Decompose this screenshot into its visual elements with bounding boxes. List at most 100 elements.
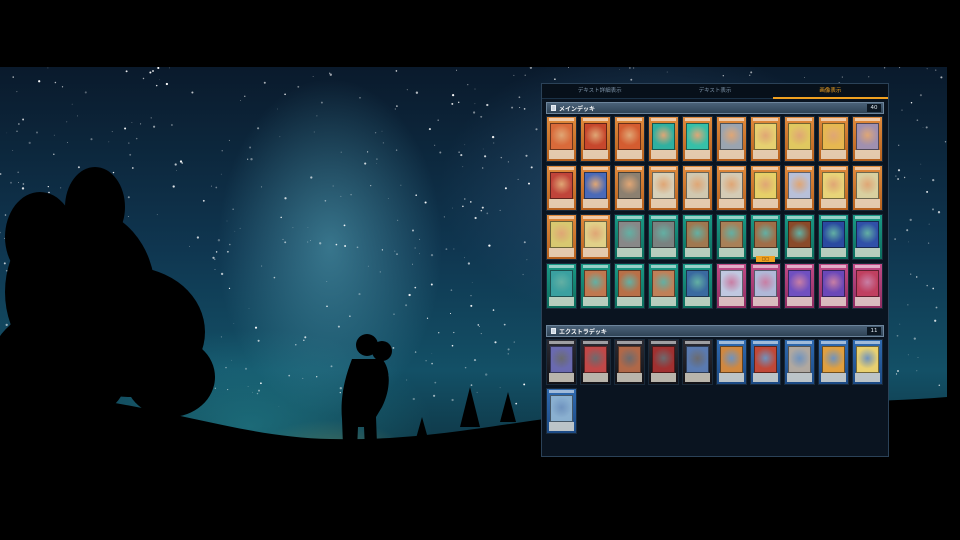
deck-icon: [551, 328, 556, 334]
card[interactable]: [614, 165, 645, 211]
card[interactable]: [750, 263, 781, 309]
card-name-bar: [753, 118, 778, 121]
card-name-bar: [549, 167, 574, 170]
card[interactable]: [750, 165, 781, 211]
card-text-box: [821, 373, 846, 382]
card[interactable]: [546, 263, 577, 309]
card-text-box: [753, 373, 778, 382]
card-name-bar: [753, 265, 778, 268]
card-name-bar: [549, 265, 574, 268]
card[interactable]: [716, 214, 747, 260]
card[interactable]: [784, 116, 815, 162]
card-artwork: [652, 346, 675, 373]
main-deck-count: 40: [867, 104, 881, 112]
card[interactable]: [784, 214, 815, 260]
card-artwork: [788, 221, 811, 248]
card-name-bar: [685, 341, 710, 344]
card[interactable]: [818, 263, 849, 309]
card-text-box: [719, 150, 744, 159]
card[interactable]: [852, 214, 883, 260]
card[interactable]: [852, 339, 883, 385]
card-artwork: [584, 123, 607, 150]
card-artwork: [720, 346, 743, 373]
card-text-box: [753, 297, 778, 306]
tab-text-detail[interactable]: デキスト詳細表示: [542, 84, 657, 98]
card[interactable]: [716, 116, 747, 162]
card[interactable]: [614, 214, 645, 260]
card-text-box: [583, 199, 608, 208]
card[interactable]: [648, 214, 679, 260]
card-artwork: [686, 123, 709, 150]
card[interactable]: [580, 165, 611, 211]
card-name-bar: [787, 265, 812, 268]
card[interactable]: [546, 165, 577, 211]
card-text-box: [753, 199, 778, 208]
card[interactable]: [648, 263, 679, 309]
card[interactable]: [614, 339, 645, 385]
card[interactable]: [682, 116, 713, 162]
card[interactable]: [852, 263, 883, 309]
card-artwork: [686, 221, 709, 248]
card[interactable]: [818, 339, 849, 385]
tab-image[interactable]: 画像表示: [772, 84, 889, 99]
card-name-bar: [583, 118, 608, 121]
card-name-bar: [821, 167, 846, 170]
card[interactable]: [750, 339, 781, 385]
card-name-bar: [583, 167, 608, 170]
card[interactable]: [716, 339, 747, 385]
card[interactable]: [818, 165, 849, 211]
card[interactable]: [580, 116, 611, 162]
card-text-box: [855, 297, 880, 306]
card[interactable]: [648, 165, 679, 211]
card[interactable]: [648, 116, 679, 162]
deck-icon: [551, 105, 556, 111]
card[interactable]: [546, 116, 577, 162]
card-artwork: [686, 346, 709, 373]
extra-deck-grid: [546, 339, 884, 439]
card[interactable]: [546, 388, 577, 434]
card-name-bar: [821, 216, 846, 219]
card[interactable]: [546, 339, 577, 385]
card-name-bar: [651, 265, 676, 268]
card[interactable]: [818, 214, 849, 260]
card-artwork: [822, 172, 845, 199]
card[interactable]: [750, 116, 781, 162]
card[interactable]: [648, 339, 679, 385]
card[interactable]: [614, 116, 645, 162]
card[interactable]: [818, 116, 849, 162]
card[interactable]: [580, 263, 611, 309]
card[interactable]: [716, 263, 747, 309]
card[interactable]: □□: [750, 214, 781, 262]
card-artwork: [686, 270, 709, 297]
card-artwork: [652, 172, 675, 199]
card[interactable]: [580, 339, 611, 385]
card-text-box: [787, 199, 812, 208]
card[interactable]: [852, 116, 883, 162]
tab-text[interactable]: デキスト表示: [657, 84, 772, 98]
card[interactable]: [682, 214, 713, 260]
card-artwork: [550, 270, 573, 297]
card[interactable]: [682, 339, 713, 385]
card[interactable]: [682, 165, 713, 211]
card[interactable]: [784, 339, 815, 385]
card-artwork: [856, 172, 879, 199]
card-name-bar: [753, 216, 778, 219]
card-artwork: [856, 346, 879, 373]
card[interactable]: [614, 263, 645, 309]
card-name-bar: [617, 341, 642, 344]
card[interactable]: [682, 263, 713, 309]
card[interactable]: [852, 165, 883, 211]
card-text-box: [549, 150, 574, 159]
card[interactable]: [784, 165, 815, 211]
card-artwork: [754, 221, 777, 248]
card-name-bar: [549, 390, 574, 393]
card[interactable]: [546, 214, 577, 260]
card-name-bar: [651, 216, 676, 219]
card[interactable]: [580, 214, 611, 260]
card-artwork: [856, 221, 879, 248]
card[interactable]: [784, 263, 815, 309]
card-text-box: [719, 248, 744, 257]
card-name-bar: [719, 118, 744, 121]
card[interactable]: [716, 165, 747, 211]
card-artwork: [822, 221, 845, 248]
